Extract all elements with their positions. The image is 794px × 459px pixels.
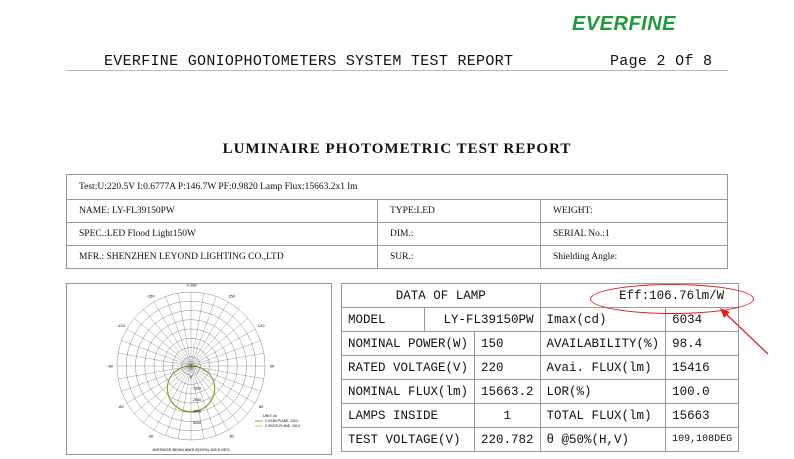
row-value-1: 220.782 (474, 427, 541, 452)
mfr-cell: MFR.: SHENZHEN LEYOND LIGHTING CO.,LTD (66, 245, 378, 269)
model-label: MODEL (341, 307, 425, 332)
legend-c0: C 0/180 PLANE, 100.0 (265, 419, 299, 423)
polar-angle-label: 60 (259, 404, 264, 409)
everfine-logo: EVERFINE (572, 13, 677, 35)
polar-angle-label: -30 (148, 434, 155, 439)
polar-angle-label: 120 (258, 323, 265, 328)
legend-title: UNIT: cd (263, 414, 277, 418)
row-value-1: 150 (474, 331, 541, 356)
polar-angle-label: -90 (107, 364, 114, 369)
row-label-1: TEST VOLTAGE(V) (340, 427, 476, 452)
row-label-2: AVAILABILITY(%) (539, 331, 667, 356)
row-label-2: Avai. FLUX(lm) (539, 355, 667, 380)
name-cell: NAME: LY-FL39150PW (66, 199, 378, 223)
polar-intensity-diagram: 0 -30 30 -60 60 -90 90 -120 120 -150 150 -/+180 1300… (107, 283, 300, 453)
weight-cell: WEIGHT: (540, 199, 728, 223)
row-value-1: 1 (474, 403, 541, 428)
polar-radial-label: 1300 (193, 386, 201, 390)
row-label-2: LOR(%) (539, 379, 667, 404)
model-value: LY-FL39150PW (424, 307, 541, 332)
row-label-1: NOMINAL FLUX(lm) (340, 379, 476, 404)
test-conditions: Test:U:220.5V I:0.6777A P:146.7W PF:0.98… (66, 174, 728, 200)
report-header-title: EVERFINE GONIOPHOTOMETERS SYSTEM TEST RE… (104, 53, 514, 70)
spec-cell: SPEC.:LED Flood Light150W (66, 222, 378, 246)
polar-caption: AVERAGE BEAM ANGLE(50%):108.5 DEG (152, 447, 230, 452)
polar-angle-label: -/+180 (185, 284, 197, 288)
row-label-1: LAMPS INSIDE (340, 403, 476, 428)
row-value-2: 109,108DEG (665, 427, 740, 452)
row-value-2: 100.0 (665, 379, 740, 404)
shielding-cell: Shielding Angle: (540, 245, 728, 269)
annotation-arrow-icon (720, 308, 769, 355)
row-value-1: 220 (474, 355, 541, 380)
dim-cell: DIM.: (377, 222, 541, 246)
polar-angle-label: 30 (229, 434, 234, 439)
polar-angle-label: 90 (270, 364, 275, 369)
row-value-2: 15663 (665, 403, 740, 428)
polar-radial-label: 3900 (193, 409, 201, 413)
header-divider (66, 70, 728, 71)
row-value-1: 15663.2 (474, 379, 541, 404)
lamp-info-table: Test:U:220.5V I:0.6777A P:146.7W PF:0.98… (66, 174, 728, 269)
row-label-2: θ @50%(H,V) (539, 427, 667, 452)
serial-cell: SERIAL No.:1 (540, 222, 728, 246)
sur-cell: SUR.: (377, 245, 541, 269)
page-title: LUMINAIRE PHOTOMETRIC TEST REPORT (222, 141, 572, 157)
polar-angle-label: 150 (228, 293, 235, 298)
polar-radial-label: 5200 (193, 421, 201, 425)
polar-angle-label: -120 (117, 323, 126, 328)
legend-c90: C 90/270 PLANE, 100.0 (265, 424, 300, 428)
type-cell: TYPE:LED (377, 199, 541, 223)
polar-angle-label: -60 (118, 404, 125, 409)
row-label-1: NOMINAL POWER(W) (340, 331, 476, 356)
polar-angle-label: -150 (146, 293, 155, 298)
polar-diagram-panel: 0 -30 30 -60 60 -90 90 -120 120 -150 150 -/+180 1300… (66, 283, 332, 455)
polar-radial-label: 2600 (193, 398, 201, 402)
row-label-2: TOTAL FLUX(lm) (539, 403, 667, 428)
data-of-lamp-header: DATA OF LAMP (341, 283, 541, 308)
polar-angle-label: 0 (190, 375, 193, 380)
page-indicator: Page 2 Of 8 (610, 53, 713, 70)
row-label-1: RATED VOLTAGE(V) (340, 355, 476, 380)
